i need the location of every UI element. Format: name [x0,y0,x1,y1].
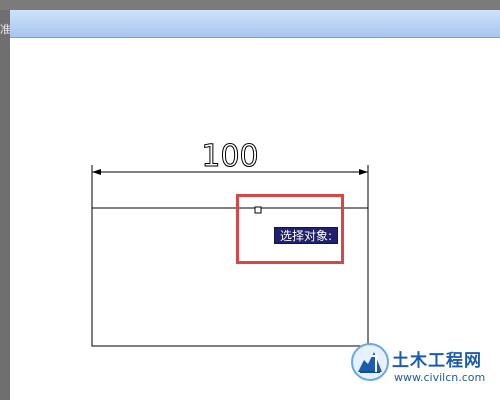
right-dimension-arrow-icon [359,169,368,175]
left-margin: 准 [0,10,11,400]
watermark-url: www.civilcn.com [394,371,486,384]
watermark-brand: 土木工程网 [392,351,482,371]
drawing-canvas[interactable]: 100 选择对象: 土木工程网 www.civilcn.com [10,10,500,400]
watermark: 土木工程网 www.civilcn.com [350,340,500,398]
window-top-strip [0,0,500,10]
dimension-text: 100 [201,139,258,174]
left-dimension-arrow-icon [92,169,101,175]
pickbox-cursor-icon [254,206,262,214]
application-frame: 准 100 选择对象: 土木工程网 www.civilcn.com [0,0,500,400]
dynamic-input-prompt: 选择对象: [274,227,339,244]
civil-engineering-logo-icon [351,343,389,381]
